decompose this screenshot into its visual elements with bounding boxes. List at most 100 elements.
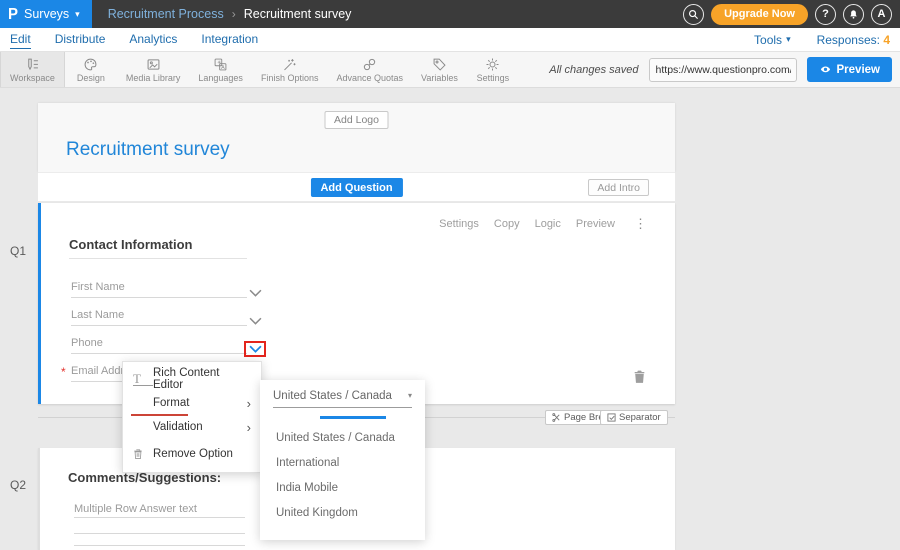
responses-count: 4 (883, 33, 890, 47)
breadcrumb-separator-icon: › (232, 7, 236, 21)
palette-icon (82, 57, 99, 72)
toolbar-tab-settings[interactable]: Settings (467, 52, 519, 87)
tab-distribute[interactable]: Distribute (55, 30, 106, 49)
survey-canvas: Add Logo Recruitment survey Add Question… (0, 88, 900, 550)
section-tabs: Edit Distribute Analytics Integration (0, 30, 258, 49)
menu-item-format[interactable]: Format › (123, 391, 261, 415)
breadcrumb-current: Recruitment survey (244, 7, 352, 21)
image-icon (145, 57, 162, 72)
tag-icon (431, 57, 448, 72)
question1-title[interactable]: Contact Information (69, 237, 193, 252)
toolbar-tab-languages[interactable]: ✳A Languages (189, 52, 252, 87)
menu-item-validation[interactable]: Validation › (123, 415, 261, 439)
gear-icon (484, 57, 501, 72)
survey-title[interactable]: Recruitment survey (66, 139, 230, 161)
questionpro-logo-icon: P (8, 6, 18, 22)
chevron-down-icon[interactable] (249, 289, 262, 298)
avatar[interactable]: A (871, 4, 892, 25)
question1-title-rule (69, 258, 247, 259)
question1-label: Q1 (10, 244, 26, 258)
format-option-india-mobile[interactable]: India Mobile (276, 482, 338, 494)
row-options-context-menu: T Rich Content Editor Format › Validatio… (122, 361, 262, 473)
field-last-name[interactable]: Last Name (71, 305, 247, 326)
question-preview-button[interactable]: Preview (576, 218, 615, 230)
responses-link[interactable]: Responses: 4 (817, 33, 890, 47)
section-nav: Edit Distribute Analytics Integration To… (0, 28, 900, 52)
question-logic-button[interactable]: Logic (535, 218, 561, 230)
add-question-row: Add Question Add Intro (38, 172, 675, 201)
topbar-actions: Upgrade Now ? A (683, 4, 900, 25)
question1-actions: Settings Copy Logic Preview ⋮ (439, 216, 647, 232)
tools-menu[interactable]: Tools ▾ (754, 33, 791, 47)
submenu-arrow-icon: › (247, 420, 251, 435)
survey-url-field: ✎ (649, 58, 797, 82)
tab-analytics[interactable]: Analytics (129, 30, 177, 49)
breadcrumb: Recruitment Process › Recruitment survey (108, 7, 352, 21)
format-option-us-canada[interactable]: United States / Canada (276, 432, 395, 444)
required-asterisk: * (61, 365, 66, 379)
help-button[interactable]: ? (815, 4, 836, 25)
chevron-down-icon: ▾ (408, 392, 412, 400)
chevron-down-icon: ▾ (75, 10, 80, 19)
field-phone[interactable]: Phone (71, 333, 247, 354)
magic-wand-icon (281, 57, 298, 72)
more-options-icon[interactable]: ⋮ (634, 216, 647, 232)
menu-item-remove-option[interactable]: Remove Option (123, 442, 261, 466)
nav-right: Tools ▾ Responses: 4 (754, 33, 900, 47)
tab-edit[interactable]: Edit (10, 30, 31, 49)
preview-button[interactable]: Preview (807, 57, 892, 82)
multirow-answer-placeholder: Multiple Row Answer text (74, 503, 197, 515)
separator-button[interactable]: Separator (600, 410, 668, 425)
surveys-product-menu[interactable]: P Surveys ▾ (0, 0, 92, 28)
add-question-button[interactable]: Add Question (310, 178, 402, 197)
toolbar-tab-workspace[interactable]: Workspace (0, 52, 65, 87)
bell-icon (848, 9, 859, 20)
scissors-icon (552, 413, 561, 422)
question-settings-button[interactable]: Settings (439, 218, 479, 230)
notifications-button[interactable] (843, 4, 864, 25)
answer-line[interactable] (74, 533, 245, 534)
edit-url-icon[interactable]: ✎ (793, 63, 797, 77)
field-first-name[interactable]: First Name (71, 277, 247, 298)
delete-question-button[interactable] (633, 369, 646, 389)
responses-label: Responses: (817, 33, 880, 47)
save-status: All changes saved (549, 64, 638, 76)
format-option-united-kingdom[interactable]: United Kingdom (276, 507, 358, 519)
product-menu-label: Surveys (24, 7, 69, 21)
editor-toolbar: Workspace Design Media Library ✳A Langua… (0, 52, 900, 88)
breadcrumb-folder[interactable]: Recruitment Process (108, 7, 224, 21)
chevron-down-icon: ▾ (786, 35, 791, 44)
answer-line[interactable] (74, 517, 245, 518)
annotation-highlight-box (244, 341, 266, 357)
links-icon (361, 57, 378, 72)
submenu-arrow-icon: › (247, 396, 251, 411)
toolbar-tab-finish-options[interactable]: Finish Options (252, 52, 328, 87)
trash-icon (633, 369, 646, 384)
format-select[interactable]: United States / Canada ▾ (273, 390, 412, 408)
eye-icon (819, 64, 832, 75)
question-copy-button[interactable]: Copy (494, 218, 520, 230)
text-editor-icon: T (133, 372, 153, 387)
tools-label: Tools (754, 33, 782, 47)
questionpro-survey-editor: P Surveys ▾ Recruitment Process › Recrui… (0, 0, 900, 550)
toolbar-tab-design[interactable]: Design (65, 52, 117, 87)
survey-url-input[interactable] (650, 64, 793, 76)
add-intro-button[interactable]: Add Intro (588, 179, 649, 196)
search-button[interactable] (683, 4, 704, 25)
add-logo-button[interactable]: Add Logo (324, 111, 389, 129)
toolbar-tab-advance-quotas[interactable]: Advance Quotas (327, 52, 412, 87)
chevron-down-icon[interactable] (249, 317, 262, 326)
upgrade-now-button[interactable]: Upgrade Now (711, 4, 808, 25)
checkbox-icon (607, 413, 616, 422)
survey-header-card: Add Logo Recruitment survey (38, 103, 675, 172)
translate-icon: ✳A (212, 57, 229, 72)
format-option-international[interactable]: International (276, 457, 339, 469)
toolbar-tab-media-library[interactable]: Media Library (117, 52, 190, 87)
answer-line[interactable] (74, 545, 245, 546)
svg-text:A: A (221, 64, 225, 70)
toolbar-tab-variables[interactable]: Variables (412, 52, 467, 87)
workspace-icon (24, 57, 41, 72)
question2-label: Q2 (10, 478, 26, 492)
menu-item-rich-content-editor[interactable]: T Rich Content Editor (123, 367, 261, 391)
tab-integration[interactable]: Integration (201, 30, 258, 49)
